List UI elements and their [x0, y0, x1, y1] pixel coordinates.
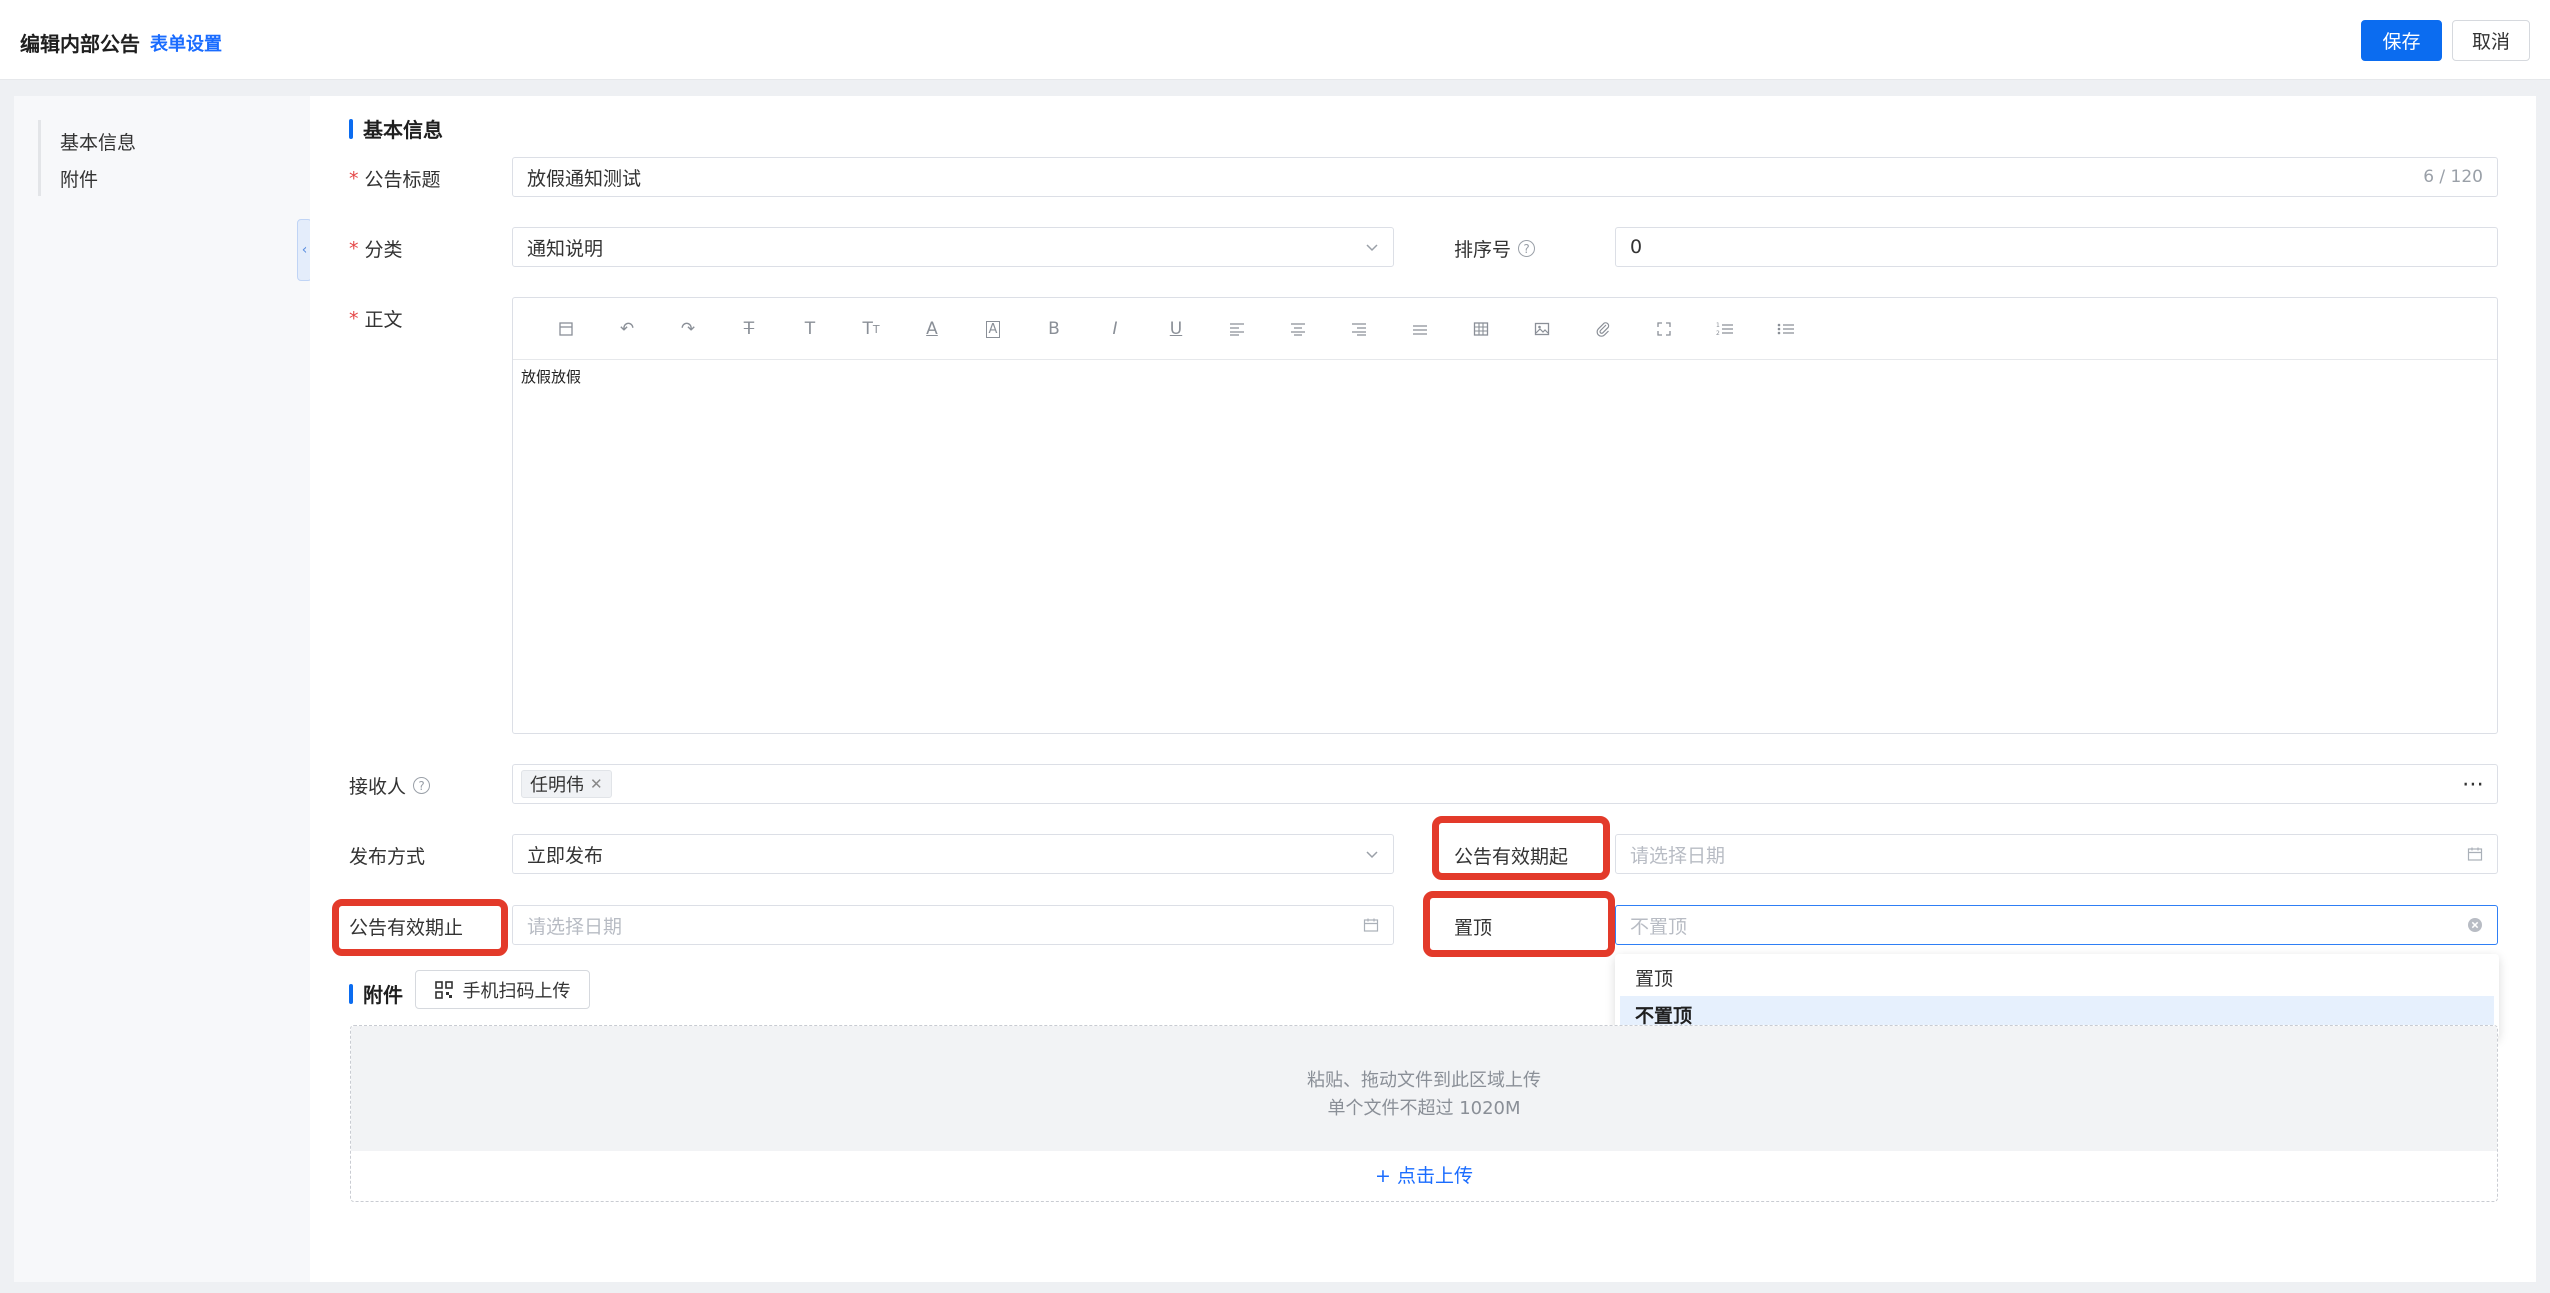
remove-tag-icon[interactable]: ✕	[590, 775, 603, 793]
bold-icon[interactable]: B	[1041, 316, 1067, 342]
valid-to-date-picker[interactable]: 请选择日期	[512, 905, 1394, 945]
sort-number-input[interactable]: 0	[1615, 227, 2498, 267]
editor-toolbar: ↶ ↷ T T TT A A B I U 1 2	[513, 298, 2497, 360]
help-icon[interactable]: ?	[413, 777, 431, 794]
editor-content[interactable]: 放假放假	[513, 360, 2497, 393]
chevron-left-icon: ‹	[301, 242, 308, 258]
mobile-scan-upload-button[interactable]: 手机扫码上传	[415, 970, 590, 1009]
section-marker	[349, 118, 353, 139]
calendar-icon	[2467, 835, 2483, 873]
sort-label-text: 排序号	[1454, 239, 1512, 261]
align-left-icon[interactable]	[1224, 316, 1250, 342]
category-label: * 分类	[349, 235, 403, 262]
highlight-valid-to-label	[332, 899, 508, 956]
section-basic-info: 基本信息	[349, 114, 443, 143]
drop-zone-hint: 粘贴、拖动文件到此区域上传	[1307, 1070, 1541, 1091]
bullet-list-icon[interactable]	[1773, 316, 1799, 342]
calendar-icon	[1363, 906, 1379, 944]
section-attachments-title: 附件	[363, 983, 403, 1007]
ordered-list-icon[interactable]: 12	[1712, 316, 1738, 342]
form-settings-link[interactable]: 表单设置	[150, 30, 222, 56]
category-select-value: 通知说明	[527, 237, 604, 260]
underline-icon[interactable]: U	[1163, 316, 1189, 342]
anchor-nav-rail	[38, 120, 41, 196]
background-color-icon[interactable]: A	[980, 316, 1006, 342]
required-mark: *	[349, 167, 359, 190]
click-upload-button[interactable]: + 点击上传	[351, 1161, 2497, 1188]
nav-item-attachments[interactable]: 附件	[60, 165, 98, 192]
fullscreen-icon[interactable]	[1651, 316, 1677, 342]
section-marker	[349, 983, 353, 1004]
sort-label: 排序号?	[1454, 235, 1536, 262]
publish-method-select[interactable]: 立即发布	[512, 834, 1394, 874]
required-mark: *	[349, 307, 359, 330]
recipient-tag: 任明伟 ✕	[521, 770, 612, 798]
help-icon[interactable]: ?	[1518, 240, 1536, 257]
recipient-tag-label: 任明伟	[530, 775, 584, 796]
category-select[interactable]: 通知说明	[512, 227, 1394, 267]
publish-method-value: 立即发布	[527, 844, 604, 867]
file-size-limit-hint: 单个文件不超过 1020M	[1327, 1098, 1521, 1119]
pin-option-pinned[interactable]: 置顶	[1620, 959, 2494, 996]
strikethrough-icon[interactable]: T	[736, 316, 762, 342]
font-color-icon[interactable]: A	[919, 316, 945, 342]
valid-from-placeholder: 请选择日期	[1630, 844, 1726, 867]
recipient-label-text: 接收人	[349, 776, 407, 798]
align-right-icon[interactable]	[1346, 316, 1372, 342]
body-label-text: 正文	[364, 309, 403, 331]
font-size-icon[interactable]: T	[797, 316, 823, 342]
nav-item-basic-info[interactable]: 基本信息	[60, 128, 136, 155]
pin-select-placeholder: 不置顶	[1630, 915, 1688, 938]
mobile-scan-upload-label: 手机扫码上传	[462, 980, 571, 1002]
save-button[interactable]: 保存	[2361, 20, 2442, 61]
clear-icon[interactable]	[2467, 906, 2483, 944]
more-options-button[interactable]: ⋯	[2449, 764, 2498, 804]
category-label-text: 分类	[364, 239, 403, 261]
text-size-icon[interactable]: TT	[858, 316, 884, 342]
italic-icon[interactable]: I	[1102, 316, 1128, 342]
publish-method-label: 发布方式	[349, 842, 425, 869]
recipient-select[interactable]: 任明伟 ✕	[512, 764, 2450, 804]
upload-area: 粘贴、拖动文件到此区域上传 单个文件不超过 1020M + 点击上传	[350, 1025, 2498, 1202]
page-title: 编辑内部公告	[20, 32, 140, 56]
section-attachments: 附件	[349, 979, 403, 1008]
table-icon[interactable]	[1468, 316, 1494, 342]
file-drop-zone[interactable]: 粘贴、拖动文件到此区域上传 单个文件不超过 1020M	[351, 1026, 2497, 1151]
align-justify-icon[interactable]	[1407, 316, 1433, 342]
valid-from-date-picker[interactable]: 请选择日期	[1615, 834, 2498, 874]
undo-icon[interactable]: ↶	[614, 316, 640, 342]
format-painter-icon[interactable]	[553, 316, 579, 342]
rich-text-editor: ↶ ↷ T T TT A A B I U 1 2 放假放假	[512, 297, 2498, 734]
redo-icon[interactable]: ↷	[675, 316, 701, 342]
cancel-button[interactable]: 取消	[2452, 20, 2530, 61]
align-center-icon[interactable]	[1285, 316, 1311, 342]
valid-to-placeholder: 请选择日期	[527, 915, 623, 938]
publish-method-label-text: 发布方式	[349, 846, 426, 868]
qr-code-icon	[434, 980, 453, 999]
svg-text:2: 2	[1716, 330, 1720, 337]
chevron-down-icon	[1365, 228, 1379, 266]
title-input-value: 放假通知测试	[527, 167, 642, 190]
title-label: * 公告标题	[349, 165, 441, 192]
highlight-valid-from-label	[1432, 816, 1610, 880]
recipient-label: 接收人?	[349, 772, 431, 799]
title-label-text: 公告标题	[364, 169, 441, 191]
image-icon[interactable]	[1529, 316, 1555, 342]
highlight-pin-label	[1423, 891, 1615, 957]
sort-input-value: 0	[1630, 236, 1643, 258]
title-char-count: 6 / 120	[2423, 167, 2483, 187]
required-mark: *	[349, 237, 359, 260]
body-label: * 正文	[349, 305, 403, 332]
section-basic-info-title: 基本信息	[363, 118, 443, 142]
title-input[interactable]: 放假通知测试 6 / 120	[512, 157, 2498, 197]
svg-text:1: 1	[1716, 322, 1720, 329]
attachment-icon[interactable]	[1590, 316, 1616, 342]
chevron-down-icon	[1365, 835, 1379, 873]
pin-select[interactable]: 不置顶	[1615, 905, 2498, 945]
left-panel	[14, 96, 310, 1282]
page-header: 编辑内部公告 表单设置 保存 取消	[0, 0, 2550, 80]
